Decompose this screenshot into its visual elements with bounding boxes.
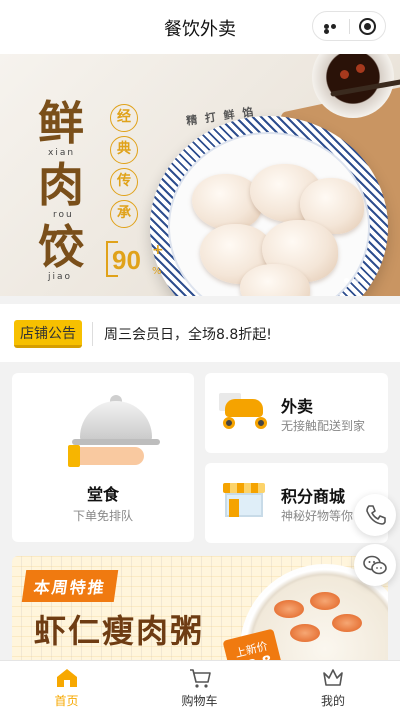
shop-icon xyxy=(229,499,239,517)
delivery-title: 外卖 xyxy=(281,397,314,416)
banner-pinyin: rou xyxy=(53,210,74,220)
notice-divider xyxy=(92,322,93,346)
percent-plus: + xyxy=(152,242,164,258)
banner-title-char: 饺 xyxy=(38,220,84,274)
tab-home-label: 首页 xyxy=(54,694,79,708)
tab-bar: 首页 购物车 我的 xyxy=(0,660,400,712)
tab-cart-label: 购物车 xyxy=(181,694,218,708)
notice-text: 周三会员日，全场8.8折起! xyxy=(104,327,272,343)
seal-char: 承 xyxy=(110,200,138,228)
page: 餐饮外卖 鲜 xian 肉 rou 饺 jiao 经 典 传 承 精 打 鲜 馅… xyxy=(0,0,400,712)
shop-icon xyxy=(223,483,265,493)
scooter-icon xyxy=(255,417,267,429)
promo-title: 虾仁瘦肉粥 xyxy=(34,612,205,650)
carousel-dot-active[interactable] xyxy=(344,278,349,283)
dine-in-subtitle: 下单免排队 xyxy=(72,509,133,523)
cloche-icon xyxy=(80,401,152,441)
mini-program-capsule xyxy=(312,11,386,41)
points-mall-title: 积分商城 xyxy=(281,487,346,506)
scooter-icon xyxy=(225,399,263,417)
scooter-icon xyxy=(223,417,235,429)
percent-value: 90 xyxy=(112,245,141,275)
chili-flake xyxy=(356,64,365,73)
close-target-icon[interactable] xyxy=(359,18,376,35)
carousel-dot[interactable] xyxy=(354,278,359,283)
banner-pinyin: xian xyxy=(48,148,76,158)
navbar: 餐饮外卖 xyxy=(0,0,400,54)
notice-badge: 店铺公告 xyxy=(14,320,82,348)
points-mall-subtitle: 神秘好物等你 xyxy=(281,509,354,523)
chat-button[interactable] xyxy=(354,544,396,586)
seal-char: 经 xyxy=(110,104,138,132)
phone-icon xyxy=(366,505,386,525)
shrimp xyxy=(290,624,320,642)
home-icon xyxy=(57,669,77,687)
promo-tag: 本周特推 xyxy=(21,570,119,602)
capsule-divider xyxy=(349,19,350,34)
plate-center xyxy=(168,132,370,296)
delivery-card[interactable]: 外卖 无接触配送到家 xyxy=(205,373,388,453)
tab-profile-label: 我的 xyxy=(320,694,345,708)
more-icon[interactable] xyxy=(324,24,344,34)
hero-banner[interactable]: 鲜 xian 肉 rou 饺 jiao 经 典 传 承 精 打 鲜 馅 90 +… xyxy=(0,54,400,296)
chili-flake xyxy=(340,70,349,79)
phone-button[interactable] xyxy=(354,494,396,536)
chat-icon xyxy=(363,555,387,575)
percent-sign: % xyxy=(152,266,162,277)
tab-home[interactable]: 首页 xyxy=(0,661,133,712)
hand-icon xyxy=(78,447,144,465)
banner-pinyin: jiao xyxy=(48,272,73,282)
tab-profile[interactable]: 我的 xyxy=(266,661,400,712)
banner-title-char: 鲜 xyxy=(38,96,84,150)
dine-in-title: 堂食 xyxy=(86,485,119,504)
shrimp xyxy=(274,600,304,618)
banner-title-char: 肉 xyxy=(38,158,84,212)
seal-char: 传 xyxy=(110,168,138,196)
cloche-icon xyxy=(72,439,160,445)
cart-icon xyxy=(190,669,211,688)
crown-icon xyxy=(323,669,343,686)
tab-cart[interactable]: 购物车 xyxy=(133,661,266,712)
seal-char: 典 xyxy=(110,136,138,164)
dine-in-card[interactable]: 堂食 下单免排队 xyxy=(12,373,194,542)
store-notice[interactable]: 店铺公告 周三会员日，全场8.8折起! xyxy=(0,304,400,362)
hand-icon xyxy=(68,445,80,467)
shrimp xyxy=(310,592,340,610)
delivery-subtitle: 无接触配送到家 xyxy=(281,419,366,433)
shrimp xyxy=(332,614,362,632)
